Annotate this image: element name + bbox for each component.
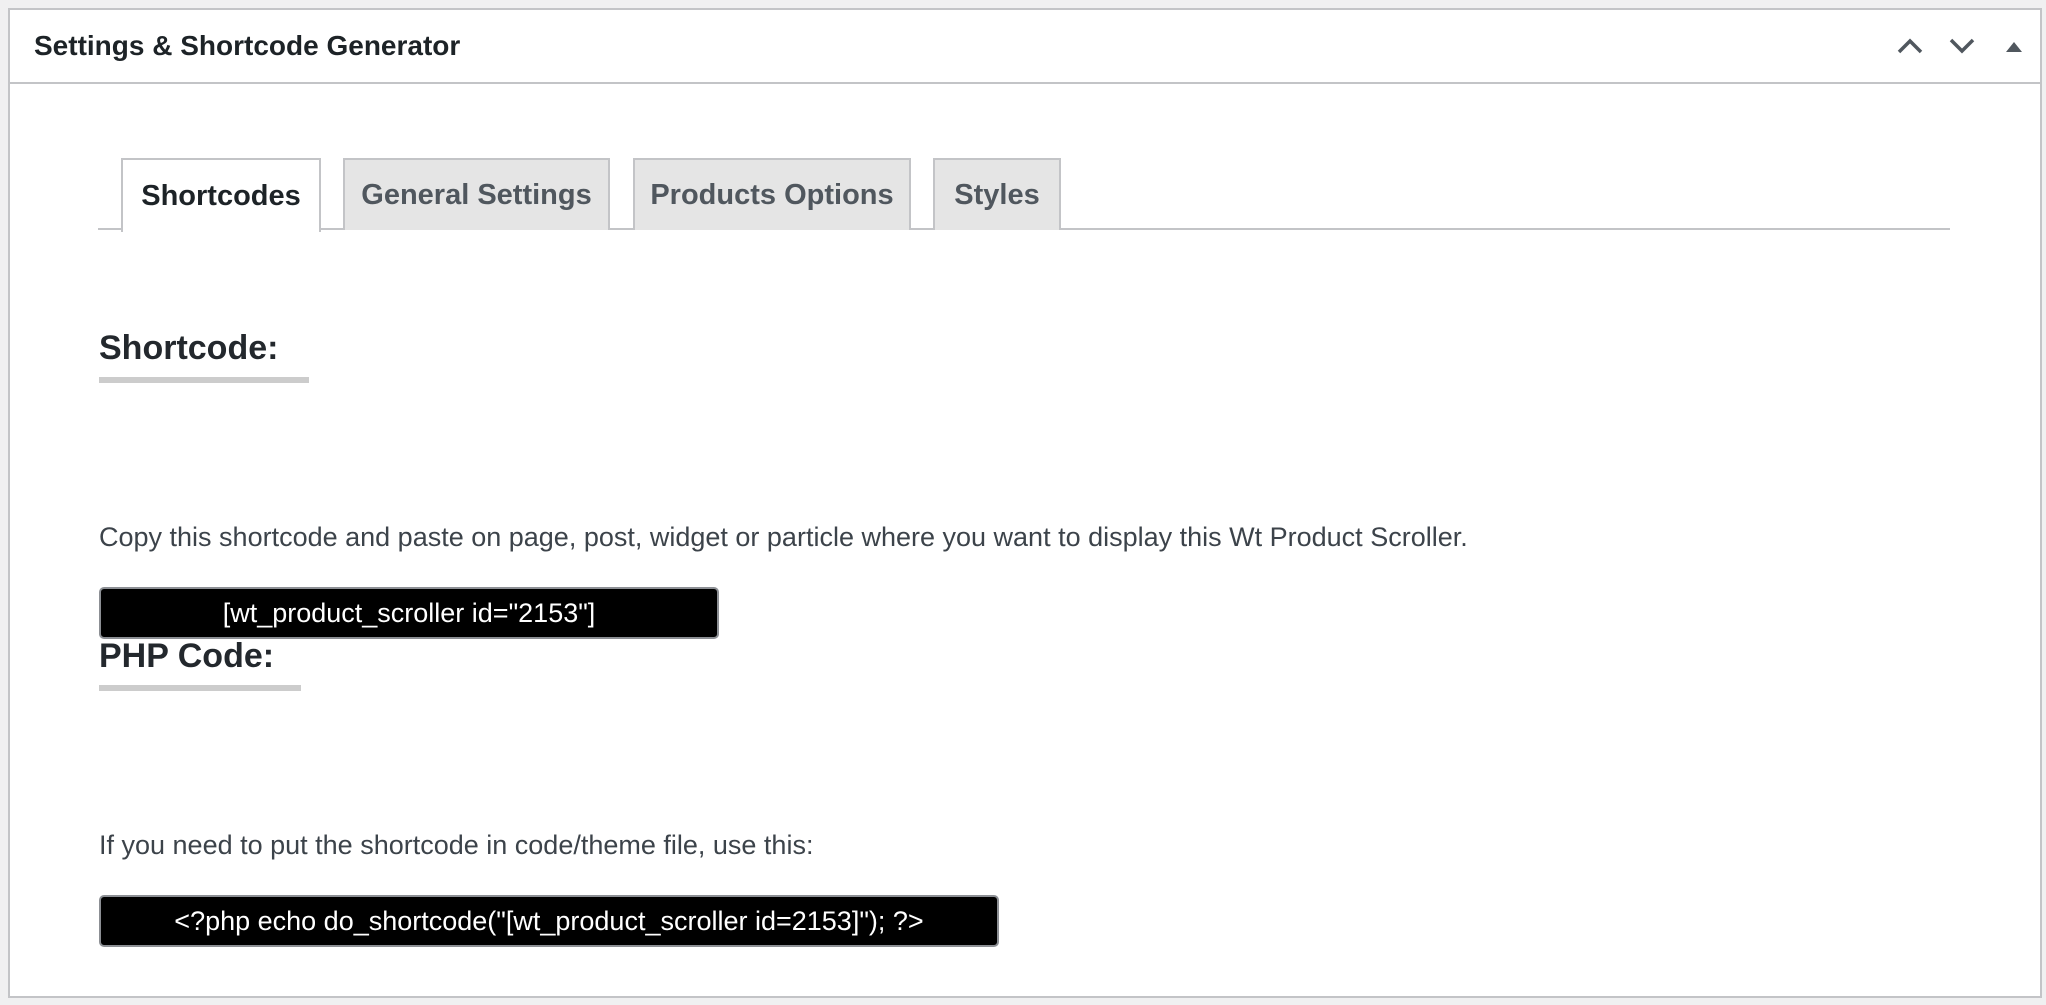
move-up-button[interactable] [1884,10,1936,82]
chevron-up-icon [1897,38,1923,54]
tab-bar: Shortcodes General Settings Products Opt… [98,158,1950,232]
tab-shortcodes[interactable]: Shortcodes [121,158,321,232]
handle-actions [1884,10,2040,82]
php-code-heading: PHP Code: [99,636,301,691]
tab-general-settings[interactable]: General Settings [343,158,610,230]
tab-products-options[interactable]: Products Options [633,158,911,230]
shortcode-description: Copy this shortcode and paste on page, p… [99,522,1468,552]
shortcode-heading: Shortcode: [99,328,309,383]
shortcode-field[interactable] [99,587,719,639]
postbox-header: Settings & Shortcode Generator [10,10,2040,84]
move-down-button[interactable] [1936,10,1988,82]
settings-postbox: Settings & Shortcode Generator Shortcode… [8,8,2042,998]
postbox-title: Settings & Shortcode Generator [34,30,461,61]
php-code-description: If you need to put the shortcode in code… [99,830,814,860]
chevron-down-icon [1949,38,1975,54]
triangle-up-icon [2006,42,2022,52]
php-code-field[interactable] [99,895,999,947]
toggle-panel-button[interactable] [1988,10,2040,82]
tab-styles[interactable]: Styles [933,158,1061,230]
